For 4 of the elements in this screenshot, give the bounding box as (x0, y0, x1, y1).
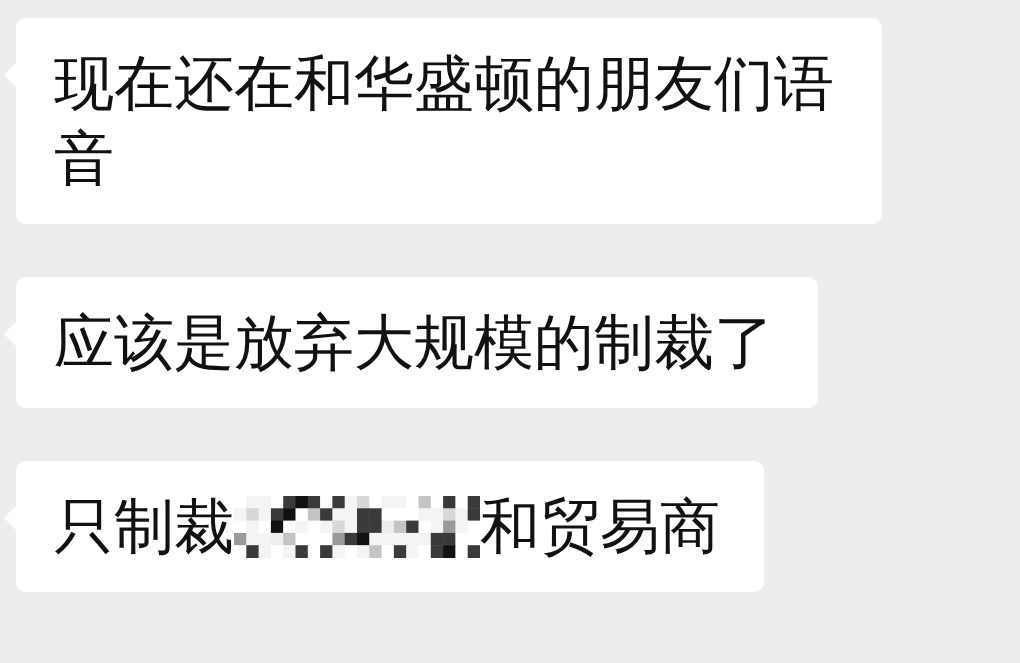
message-text: 只制裁 (54, 490, 234, 563)
message-text: 和贸易商 (480, 490, 720, 563)
message-text: 应该是放弃大规模的制裁了 (54, 306, 774, 379)
message-text: 现在还在和华盛顿的朋友们语音 (54, 47, 835, 195)
